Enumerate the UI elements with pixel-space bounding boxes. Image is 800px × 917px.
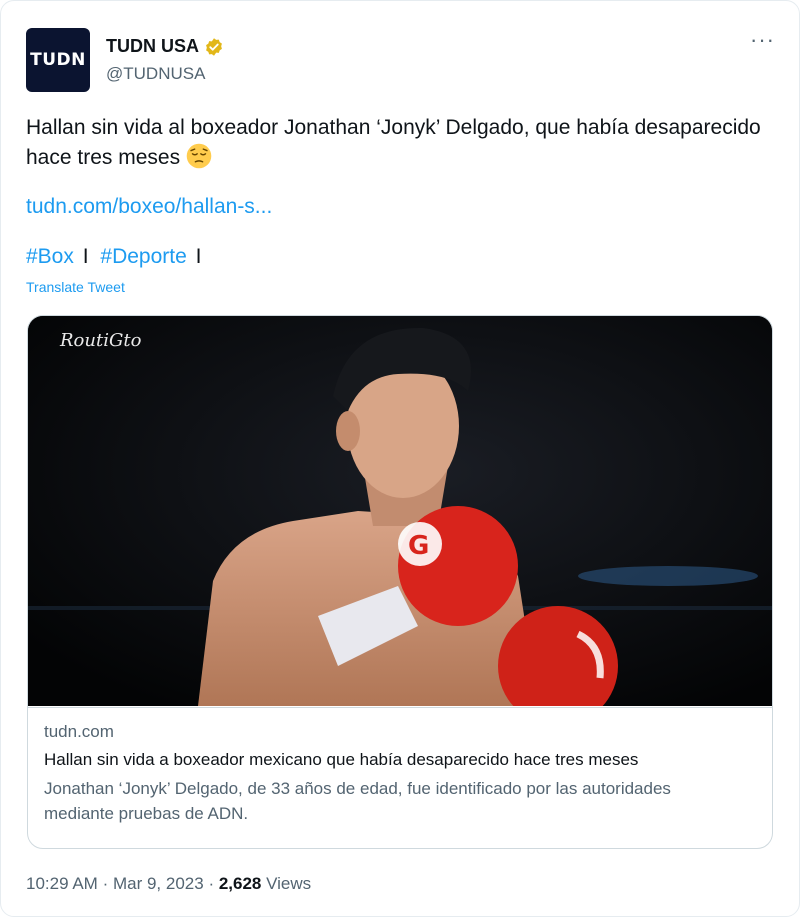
link-preview-card[interactable]: RoutiGto G tudn.com Hallan sin vida a bo… bbox=[27, 315, 773, 849]
avatar-logo-text: TUDN bbox=[30, 50, 86, 70]
translate-tweet-button[interactable]: Translate Tweet bbox=[26, 279, 125, 295]
tweet-container: TUDN TUDN USA @TUDNUSA ··· Hallan sin vi… bbox=[0, 0, 800, 917]
avatar[interactable]: TUDN bbox=[26, 28, 90, 92]
svg-text:G: G bbox=[408, 531, 429, 561]
card-description: Jonathan ‘Jonyk’ Delgado, de 33 años de … bbox=[44, 779, 671, 823]
verified-badge-icon bbox=[206, 37, 222, 56]
tweet-link[interactable]: tudn.com/boxeo/hallan-s... bbox=[26, 195, 272, 219]
meta-separator: · bbox=[208, 874, 215, 893]
tweet-header: TUDN TUDN USA @TUDNUSA ··· bbox=[26, 28, 781, 92]
hashtags: #Box I #Deporte I bbox=[26, 245, 207, 269]
pensive-face-emoji bbox=[186, 143, 212, 169]
tweet-time[interactable]: 10:29 AM bbox=[26, 874, 98, 893]
tweet-date[interactable]: Mar 9, 2023 bbox=[113, 874, 204, 893]
tweet-meta: 10:29 AM · Mar 9, 2023 · 2,628 Views bbox=[26, 874, 311, 894]
card-body[interactable]: tudn.com Hallan sin vida a boxeador mexi… bbox=[28, 707, 772, 848]
views-count[interactable]: 2,628 bbox=[219, 874, 262, 893]
tweet-body: Hallan sin vida al boxeador Jonathan ‘Jo… bbox=[26, 116, 761, 169]
meta-separator: · bbox=[102, 874, 109, 893]
author-name[interactable]: TUDN USA bbox=[106, 36, 199, 57]
card-title: Hallan sin vida a boxeador mexicano que … bbox=[44, 750, 639, 769]
author-handle[interactable]: @TUDNUSA bbox=[106, 64, 205, 84]
more-options-icon[interactable]: ··· bbox=[750, 29, 775, 51]
card-image[interactable]: RoutiGto G bbox=[28, 316, 772, 706]
hashtag-separator: I bbox=[195, 245, 202, 268]
author-name-row: TUDN USA bbox=[106, 36, 224, 57]
views-label: Views bbox=[266, 874, 312, 893]
hashtag-deporte[interactable]: #Deporte bbox=[100, 245, 186, 268]
watermark: RoutiGto bbox=[59, 330, 142, 351]
boxer-photo: RoutiGto G bbox=[28, 316, 772, 706]
hashtag-box[interactable]: #Box bbox=[26, 245, 74, 268]
hashtag-separator: I bbox=[82, 245, 89, 268]
card-domain: tudn.com bbox=[44, 722, 114, 741]
tweet-text: Hallan sin vida al boxeador Jonathan ‘Jo… bbox=[26, 113, 766, 173]
